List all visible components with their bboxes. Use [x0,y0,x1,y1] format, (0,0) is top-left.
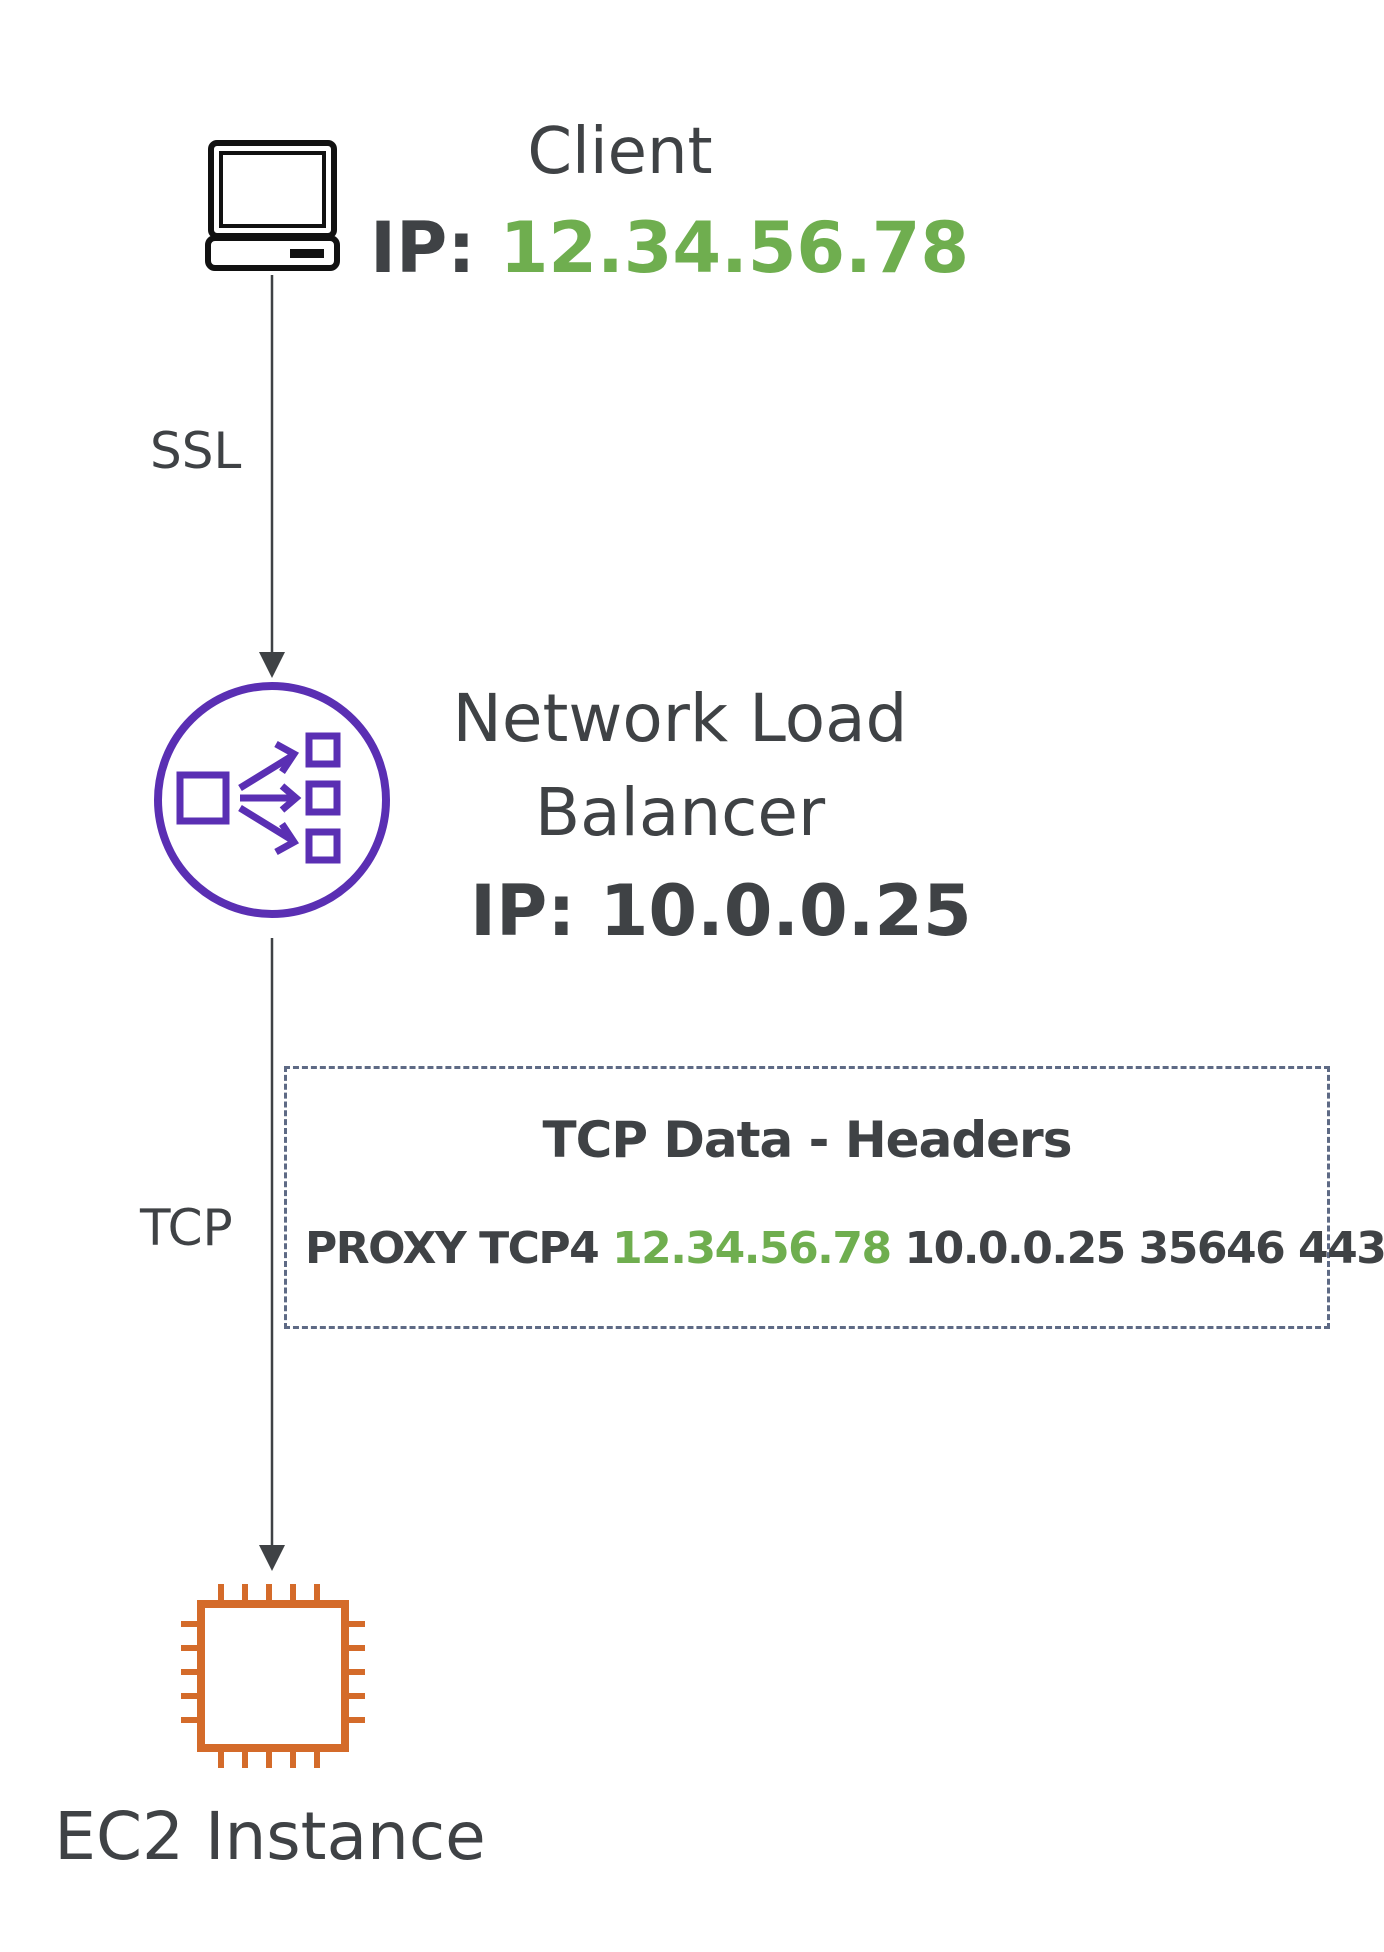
load-balancer-node [152,680,392,920]
load-balancer-ip: IP: 10.0.0.25 [470,868,972,954]
tcp-header-box: TCP Data - Headers PROXY TCP4 12.34.56.7… [284,1066,1384,1329]
load-balancer-ip-label: IP: [470,870,600,952]
proxy-header-rest: 10.0.0.25 35646 443 [890,1223,1384,1274]
proxy-header-prefix: PROXY TCP4 [305,1223,613,1274]
client-ip: IP: 12.34.56.78 [370,205,969,291]
laptop-icon [205,140,340,271]
ec2-node [175,1578,371,1774]
ssl-arrowhead [259,652,285,678]
client-ip-label: IP: [370,207,500,289]
client-label: Client [527,115,713,189]
proxy-header-source-ip: 12.34.56.78 [612,1223,892,1274]
client-node [200,135,345,275]
load-balancer-label-line2: Balancer [534,774,826,851]
ssl-edge-label: SSL [150,422,242,480]
load-balancer-label-line1: Network Load [452,680,908,757]
ec2-chip-icon [181,1584,365,1768]
tcp-header-box-title: TCP Data - Headers [542,1111,1073,1169]
tcp-arrowhead [259,1545,285,1571]
client-ip-value: 12.34.56.78 [499,207,970,289]
network-load-balancer-icon [154,682,390,918]
tcp-edge-label: TCP [140,1199,233,1257]
load-balancer-ip-value: 10.0.0.25 [599,870,972,952]
ec2-label: EC2 Instance [54,1798,486,1875]
proxy-protocol-header-line: PROXY TCP4 12.34.56.78 10.0.0.25 35646 4… [305,1221,1384,1277]
load-balancer-label: Network Load Balancer [420,672,940,860]
